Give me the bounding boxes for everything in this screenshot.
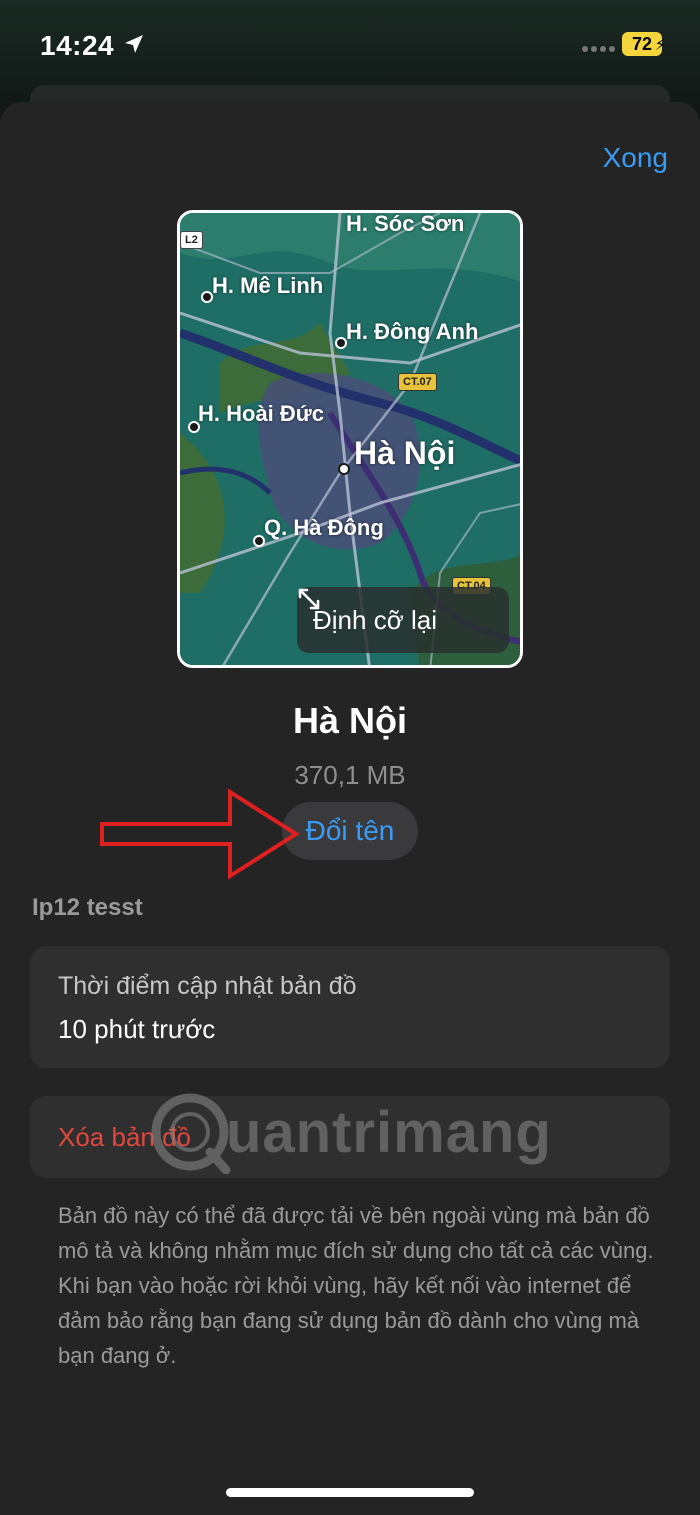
map-preview[interactable]: H. Sóc Sơn L2 H. Mê Linh H. Đông Anh CT.… — [177, 210, 523, 668]
update-info-value: 10 phút trước — [58, 1014, 216, 1044]
map-label-ha-dong: Q. Hà Đông — [264, 515, 384, 540]
resize-label: Định cỡ lại — [313, 604, 437, 635]
update-info-label: Thời điểm cập nhật bản đồ — [58, 972, 357, 1000]
charging-bolt-icon: ⚡ — [654, 37, 666, 54]
rename-label: Đổi tên — [305, 815, 395, 846]
annotation-arrow-icon — [100, 788, 300, 880]
map-label-soc-son: H. Sóc Sơn — [346, 211, 465, 236]
resize-button[interactable]: Định cỡ lại — [297, 587, 509, 653]
offline-map-sheet: Xong H. Sóc Sơn L2 H. Mê Linh H. Đông An… — [0, 102, 700, 1515]
rename-button[interactable]: Đổi tên — [282, 802, 418, 860]
battery-level: 72 — [631, 33, 653, 54]
status-time: 14:24 — [40, 30, 115, 61]
disclaimer-text: Bản đồ này có thể đã được tải về bên ngo… — [58, 1203, 654, 1368]
watermark: uantrimang — [148, 1084, 558, 1180]
done-button[interactable]: Xong — [603, 142, 668, 174]
map-dot-ha-noi — [338, 463, 350, 475]
watermark-logo-icon — [151, 1093, 231, 1174]
update-info-card: Thời điểm cập nhật bản đồ 10 phút trước — [30, 946, 670, 1068]
battery-indicator: 72 ⚡ — [622, 32, 666, 56]
device-section-label: Ip12 tesst — [32, 894, 143, 921]
signal-icon — [582, 46, 615, 52]
status-bar: 14:24 72 ⚡ — [0, 0, 700, 90]
map-label-dong-anh: H. Đông Anh — [346, 319, 479, 344]
map-label-hoai-duc: H. Hoài Đức — [198, 401, 324, 426]
map-label-me-linh: H. Mê Linh — [212, 273, 324, 298]
region-size: 370,1 MB — [294, 760, 406, 790]
map-label-ha-noi: Hà Nội — [354, 435, 456, 471]
map-shield-ct07: CT.07 — [398, 373, 437, 391]
location-arrow-icon — [125, 35, 143, 53]
resize-arrows-icon — [298, 588, 320, 610]
map-shield-l2: L2 — [180, 231, 203, 249]
region-title: Hà Nội — [292, 700, 407, 741]
watermark-text: uantrimang — [226, 1099, 552, 1165]
home-indicator[interactable] — [226, 1488, 474, 1497]
